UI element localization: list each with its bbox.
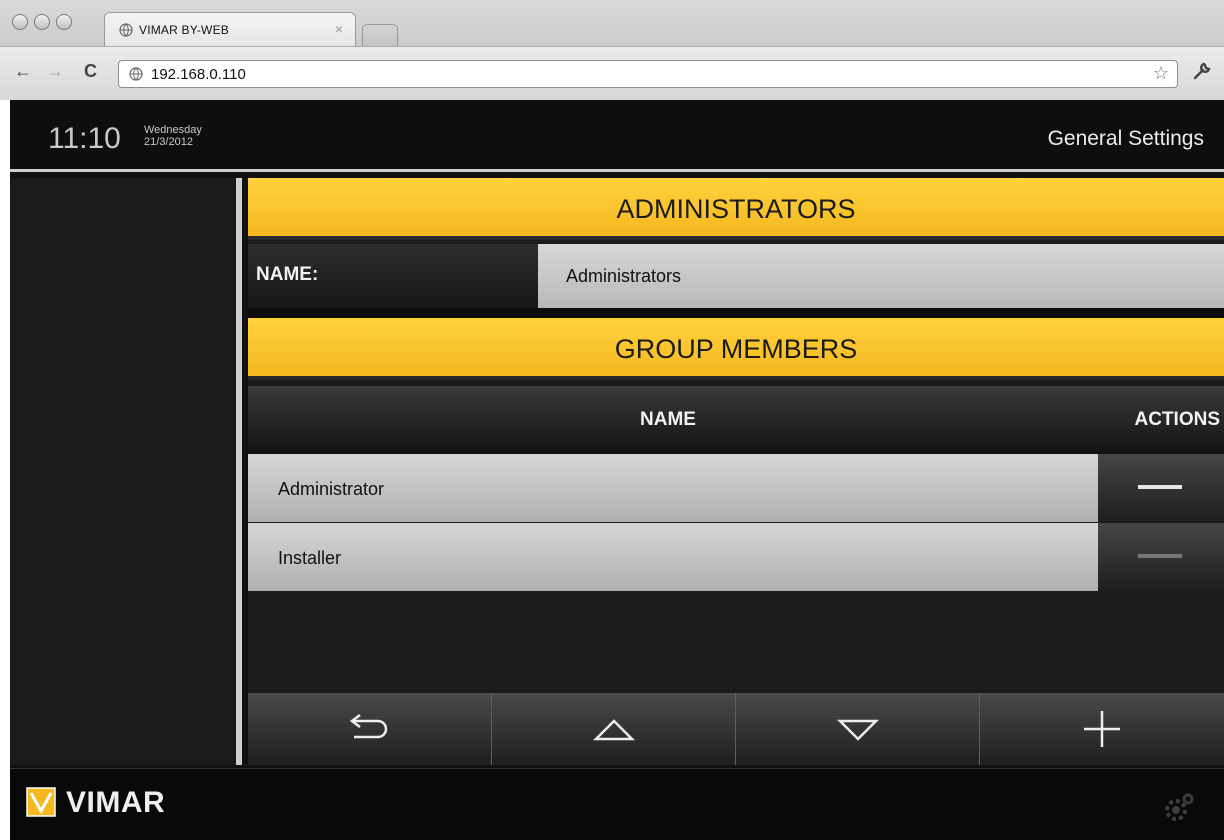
arrow-up-icon xyxy=(592,719,636,741)
date: 21/3/2012 xyxy=(144,136,193,148)
scroll-up-button[interactable] xyxy=(492,693,736,765)
administrators-header: ADMINISTRATORS xyxy=(248,178,1224,240)
address-bar[interactable]: 192.168.0.110 ☆ xyxy=(118,60,1178,88)
back-icon xyxy=(349,714,388,739)
plus-icon xyxy=(1084,711,1120,747)
site-info-icon xyxy=(129,67,143,81)
bottom-toolbar xyxy=(248,693,1224,765)
browser-toolbar: ← → C 192.168.0.110 ☆ xyxy=(0,46,1224,100)
vimar-logo-icon xyxy=(26,787,56,817)
member-name: Administrator xyxy=(248,454,1098,522)
clock-date: Wednesday 21/3/2012 xyxy=(144,124,202,148)
zoom-window-button[interactable] xyxy=(56,14,72,30)
weekday: Wednesday xyxy=(144,124,202,136)
wrench-icon[interactable] xyxy=(1192,61,1212,81)
minus-icon xyxy=(1138,554,1182,558)
left-panel xyxy=(10,178,242,765)
tab-close-icon[interactable]: × xyxy=(335,21,343,37)
members-table-header: NAME ACTIONS xyxy=(248,386,1224,454)
gear-icon[interactable] xyxy=(1162,791,1196,825)
group-name-row: NAME: Administrators xyxy=(248,244,1224,308)
back-arrow-icon[interactable]: ← xyxy=(14,61,32,82)
back-button[interactable] xyxy=(248,693,492,765)
column-header-name: NAME xyxy=(640,409,696,430)
member-name: Installer xyxy=(248,523,1098,591)
group-name-field[interactable]: Administrators xyxy=(538,244,1224,308)
minimize-window-button[interactable] xyxy=(34,14,50,30)
reload-icon[interactable]: C xyxy=(84,61,97,82)
browser-chrome: VIMAR BY-WEB × ← → C 192.168.0.110 ☆ xyxy=(0,0,1224,100)
table-row[interactable]: Administrator xyxy=(248,454,1224,522)
url-text: 192.168.0.110 xyxy=(151,66,246,83)
add-member-button[interactable] xyxy=(980,693,1224,765)
clock-time: 11:10 xyxy=(48,122,121,155)
forward-arrow-icon[interactable]: → xyxy=(46,61,64,82)
scroll-down-button[interactable] xyxy=(736,693,980,765)
minus-icon xyxy=(1138,485,1182,489)
page-title: General Settings xyxy=(1047,127,1204,150)
app-header: 11:10 Wednesday 21/3/2012 General Settin… xyxy=(10,100,1224,172)
brand-name: VIMAR xyxy=(66,786,166,819)
close-window-button[interactable] xyxy=(12,14,28,30)
globe-icon xyxy=(119,23,133,37)
group-members-header: GROUP MEMBERS xyxy=(248,318,1224,380)
app-footer: VIMAR xyxy=(10,768,1224,840)
table-row[interactable]: Installer xyxy=(248,523,1224,591)
divider xyxy=(248,308,1224,318)
bookmark-star-icon[interactable]: ☆ xyxy=(1153,63,1169,84)
app-window: 11:10 Wednesday 21/3/2012 General Settin… xyxy=(10,100,1224,840)
new-tab-button[interactable] xyxy=(362,24,398,46)
column-header-actions: ACTIONS xyxy=(1134,409,1221,430)
tab-title: VIMAR BY-WEB xyxy=(139,23,229,37)
remove-member-button[interactable] xyxy=(1098,454,1224,522)
main-content: ADMINISTRATORS NAME: Administrators GROU… xyxy=(248,178,1224,765)
browser-tab[interactable]: VIMAR BY-WEB × xyxy=(104,12,356,46)
remove-member-button[interactable] xyxy=(1098,523,1224,591)
arrow-down-icon xyxy=(836,719,880,741)
group-name-label: NAME: xyxy=(248,244,538,308)
